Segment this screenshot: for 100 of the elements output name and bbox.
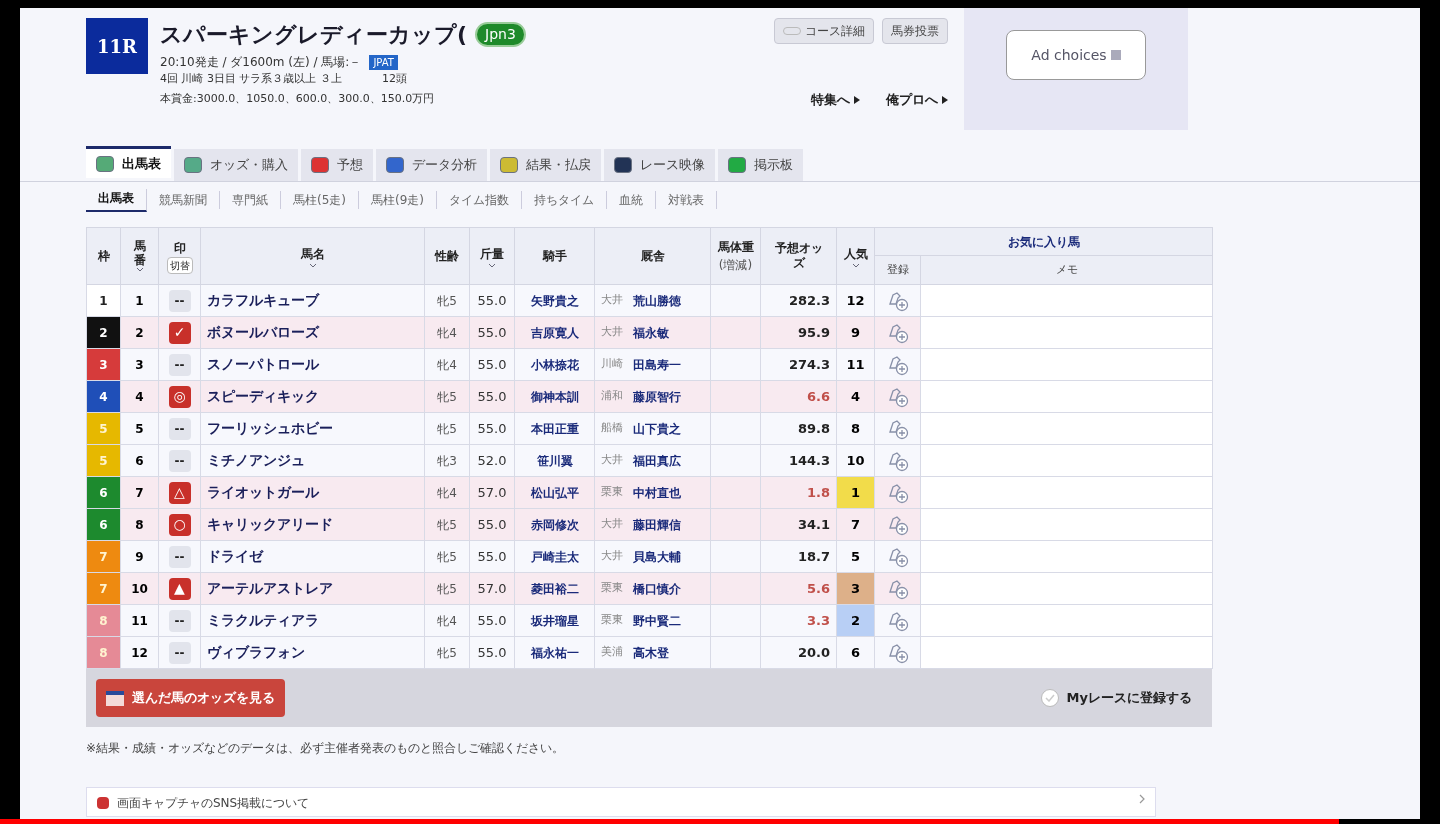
my-race-label[interactable]: Myレースに登録する: [1066, 688, 1192, 708]
odds-value: 34.1: [797, 516, 830, 532]
carried-weight: 55.0: [477, 356, 507, 372]
prediction-mark[interactable]: --: [168, 449, 191, 472]
nav-tab[interactable]: 掲示板: [718, 149, 803, 181]
tab-icon: [728, 157, 746, 173]
sort-caret-icon[interactable]: [488, 262, 496, 268]
prediction-mark[interactable]: ◎: [168, 385, 191, 408]
frame-number-cell: 3: [86, 348, 121, 381]
prediction-mark[interactable]: ○: [168, 513, 191, 536]
sub-tab[interactable]: 競馬新聞: [147, 191, 220, 209]
header-button[interactable]: 馬券投票: [882, 18, 948, 44]
sort-caret-icon[interactable]: [851, 262, 860, 268]
prediction-mark[interactable]: --: [168, 353, 191, 376]
carried-weight: 55.0: [477, 324, 507, 340]
tab-icon: [311, 157, 329, 173]
sub-tab[interactable]: 出馬表: [86, 188, 147, 212]
prediction-mark[interactable]: --: [168, 609, 191, 632]
stable-region: 大井: [601, 516, 623, 533]
frame-number-cell: 6: [86, 508, 121, 541]
stable-region: 浦和: [601, 388, 623, 405]
nav-tab[interactable]: 出馬表: [86, 146, 171, 178]
notice-banner[interactable]: 画面キャプチャのSNS掲載について: [86, 787, 1156, 817]
trainer-link[interactable]: 高木登: [633, 643, 669, 662]
trainer-link[interactable]: 藤原智行: [633, 387, 681, 406]
sub-tab[interactable]: タイム指数: [437, 191, 522, 209]
horse-name-link[interactable]: ドライゼ: [207, 548, 263, 564]
carried-weight: 55.0: [477, 644, 507, 660]
carried-weight: 57.0: [477, 484, 507, 500]
nav-tab[interactable]: データ分析: [376, 149, 487, 181]
column-header: 馬番: [133, 240, 146, 267]
odds-value: 6.6: [806, 388, 830, 404]
sub-tab[interactable]: 持ちタイム: [522, 191, 607, 209]
sub-tab[interactable]: 馬柱(9走): [359, 191, 437, 209]
carried-weight: 55.0: [477, 548, 507, 564]
column-header: (増減): [718, 257, 753, 274]
sub-tab[interactable]: 専門紙: [220, 191, 281, 209]
sort-caret-icon[interactable]: [308, 262, 317, 268]
column-header: 斤量: [480, 245, 504, 263]
ad-choices-button[interactable]: Ad choices: [1006, 30, 1146, 80]
nav-tab[interactable]: 予想: [301, 149, 373, 181]
carried-weight: 55.0: [477, 388, 507, 404]
header-button[interactable]: コース詳細: [774, 18, 874, 44]
view-odds-button[interactable]: 選んだ馬のオッズを見る: [96, 679, 285, 717]
prediction-mark[interactable]: --: [168, 641, 191, 664]
stable-region: 船橋: [601, 420, 623, 437]
frame-number-cell: 8: [86, 636, 121, 669]
trainer-link[interactable]: 荒山勝徳: [633, 291, 681, 310]
odds-value: 1.8: [806, 484, 830, 500]
column-header: メモ: [1054, 261, 1079, 278]
column-header: お気に入り馬: [875, 228, 1212, 256]
race-info: 20:10発走 / ダ1600m (左) / 馬場:－: [160, 54, 362, 71]
sub-tab[interactable]: 対戦表: [656, 191, 717, 209]
frame-number-cell: 6: [86, 476, 121, 509]
trainer-link[interactable]: 野中賢二: [633, 611, 681, 630]
odds-value: 95.9: [797, 324, 830, 340]
prediction-mark[interactable]: ✓: [168, 321, 191, 344]
prediction-mark[interactable]: --: [168, 289, 191, 312]
trainer-link[interactable]: 山下貴之: [633, 419, 681, 438]
prediction-mark[interactable]: ▲: [168, 577, 191, 600]
ad-choices-icon: [1110, 50, 1121, 60]
trainer-link[interactable]: 藤田輝信: [633, 515, 681, 534]
tab-icon: [96, 155, 114, 172]
sort-caret-icon[interactable]: [135, 266, 144, 272]
sex-age: 牝4: [437, 613, 457, 628]
carried-weight: 55.0: [477, 516, 507, 532]
trainer-link[interactable]: 福田真広: [633, 451, 681, 470]
sub-tab[interactable]: 馬柱(5走): [281, 191, 359, 209]
stable-region: 大井: [601, 292, 623, 309]
frame-number-cell: 5: [86, 412, 121, 445]
toggle-button[interactable]: 切替: [166, 256, 193, 274]
trainer-link[interactable]: 福永敏: [633, 323, 669, 342]
frame-number-cell: 5: [86, 444, 121, 477]
horse-number: 10: [131, 581, 148, 596]
trainer-link[interactable]: 田島寿一: [633, 355, 681, 374]
sex-age: 牝4: [437, 357, 457, 372]
sub-tab[interactable]: 血統: [607, 191, 656, 209]
nav-tab[interactable]: レース映像: [604, 149, 715, 181]
stable-region: 川崎: [601, 356, 623, 373]
prediction-mark[interactable]: --: [168, 545, 191, 568]
sex-age: 牝5: [437, 645, 457, 660]
trainer-link[interactable]: 中村直也: [633, 483, 681, 502]
trainer-link[interactable]: 橋口慎介: [633, 579, 681, 598]
tab-icon: [386, 157, 404, 173]
odds-value: 274.3: [788, 356, 830, 372]
stable-region: 美浦: [601, 644, 623, 661]
nav-tab[interactable]: オッズ・購入: [174, 149, 298, 181]
column-header: 印: [173, 239, 186, 257]
header-link[interactable]: 俺プロへ: [886, 90, 948, 110]
nav-tab[interactable]: 結果・払戻: [490, 149, 601, 181]
frame-number-cell: 7: [86, 572, 121, 605]
chevron-icon: [1139, 794, 1145, 804]
prediction-mark[interactable]: --: [168, 417, 191, 440]
prediction-mark[interactable]: △: [168, 481, 191, 504]
odds-value: 18.7: [797, 548, 830, 564]
horse-number: 4: [135, 389, 144, 404]
stable-region: 大井: [601, 452, 623, 469]
trainer-link[interactable]: 貝島大輔: [633, 547, 681, 566]
header-link[interactable]: 特集へ: [811, 90, 860, 110]
carried-weight: 55.0: [477, 292, 507, 308]
